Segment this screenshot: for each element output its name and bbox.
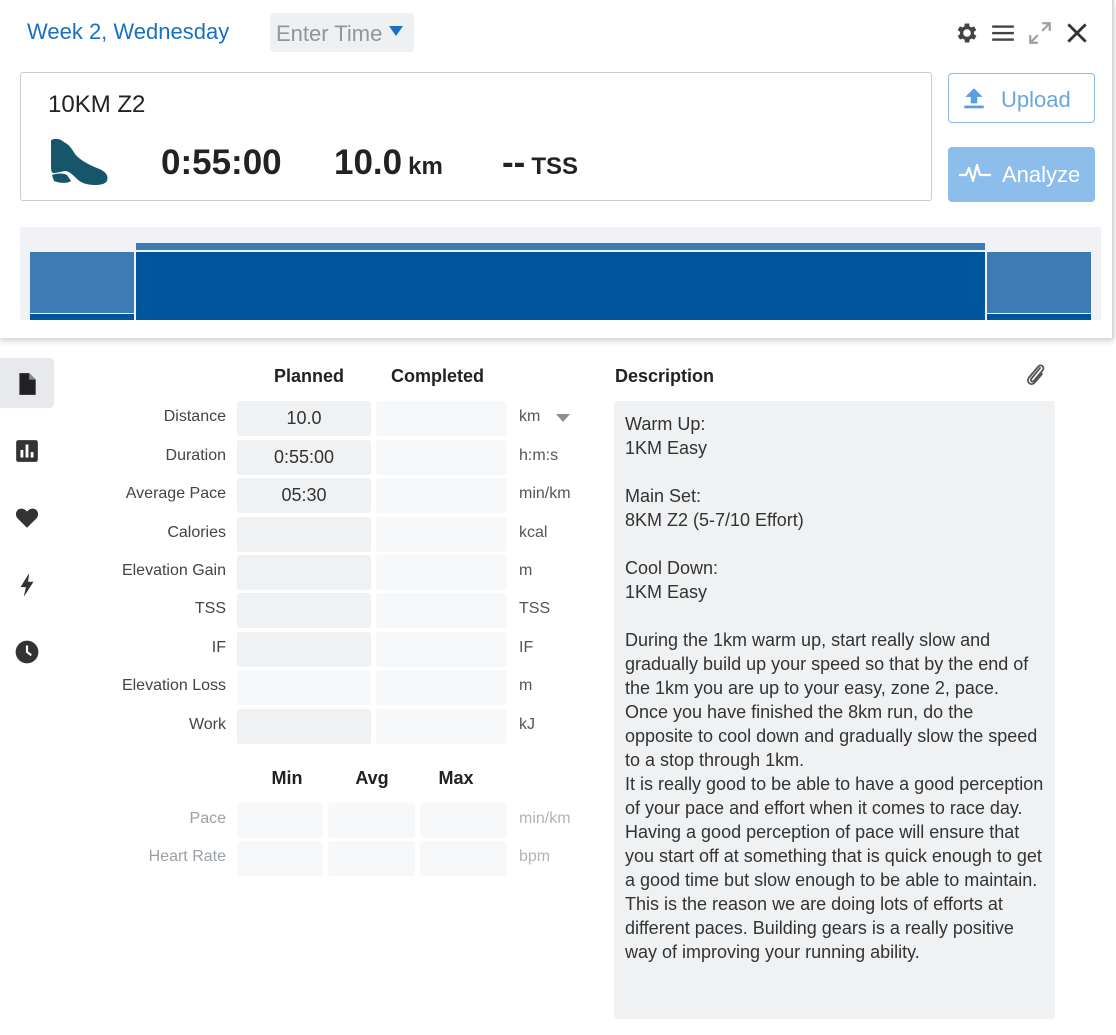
planned-if-field[interactable] <box>237 632 371 667</box>
nav-charts[interactable] <box>0 425 54 475</box>
row-label-work: Work <box>188 716 226 733</box>
clock-icon <box>15 640 39 664</box>
row-label-elevation-gain: Elevation Gain <box>121 562 226 579</box>
main-set-step-cap <box>136 243 985 250</box>
nav-power[interactable] <box>0 559 54 609</box>
cooldown-step <box>987 252 1091 313</box>
distance-unit: km <box>519 408 541 425</box>
planned-calories-field[interactable] <box>237 517 371 552</box>
pace-avg-field[interactable] <box>328 803 415 838</box>
cooldown-step-base <box>987 314 1091 320</box>
planned-pace-field[interactable]: 05:30 <box>237 478 371 513</box>
nav-history[interactable] <box>0 626 54 676</box>
row-label-elevation-loss: Elevation Loss <box>121 677 226 694</box>
pace-unit: min/km <box>519 485 571 502</box>
row-label-heart-rate: Heart Rate <box>148 848 226 865</box>
heart-rate-min-field[interactable] <box>237 841 323 876</box>
planned-tss-field[interactable] <box>237 593 371 628</box>
work-unit: kJ <box>519 716 535 733</box>
planned-duration-field[interactable]: 0:55:00 <box>237 440 371 475</box>
planned-work-field[interactable] <box>237 709 371 744</box>
workout-structure-graph[interactable] <box>20 227 1101 320</box>
workout-summary-card[interactable]: 10KM Z2 0:55:00 10.0 km -- TSS <box>20 72 932 201</box>
row-label-pace: Pace <box>189 810 226 827</box>
warmup-step <box>30 252 134 313</box>
nav-heart-rate[interactable] <box>0 492 54 542</box>
elevation-loss-unit: m <box>519 677 533 694</box>
elevation-gain-unit: m <box>519 562 533 579</box>
heart-rate-max-field[interactable] <box>420 841 507 876</box>
planned-tss: -- TSS <box>502 143 578 182</box>
menu-icon[interactable] <box>990 20 1016 46</box>
tss-unit: TSS <box>519 600 551 617</box>
close-icon[interactable] <box>1064 20 1090 46</box>
duration-unit: h:m:s <box>519 447 559 464</box>
description-header: Description <box>615 366 715 386</box>
planned-elevation-gain-field[interactable] <box>237 555 371 590</box>
time-select-placeholder: Enter Time <box>276 21 383 46</box>
planned-distance-field[interactable]: 10.0 <box>237 401 371 436</box>
completed-pace-field[interactable] <box>376 478 507 513</box>
completed-duration-field[interactable] <box>376 440 507 475</box>
expand-icon[interactable] <box>1027 20 1053 46</box>
row-label-distance: Distance <box>163 408 226 425</box>
row-label-tss: TSS <box>194 600 226 617</box>
completed-work-field[interactable] <box>376 709 507 744</box>
workout-detail-window: Week 2, Wednesday Enter Time 10KM Z2 0:5… <box>0 0 1116 1035</box>
planned-distance: 10.0 km <box>334 143 443 182</box>
pulse-icon <box>958 162 992 186</box>
heart-icon <box>15 508 39 528</box>
planned-elevation-loss-field[interactable] <box>237 670 371 705</box>
upload-button[interactable]: Upload <box>948 73 1095 123</box>
if-unit: IF <box>519 639 534 656</box>
completed-column-header: Completed <box>390 366 484 386</box>
planned-column-header: Planned <box>273 366 344 386</box>
planned-duration: 0:55:00 <box>161 143 282 182</box>
bar-chart-icon <box>16 440 38 462</box>
row-label-if: IF <box>211 639 226 656</box>
calories-unit: kcal <box>519 524 548 541</box>
analyze-button[interactable]: Analyze <box>948 147 1095 202</box>
pace-max-field[interactable] <box>420 803 507 838</box>
warmup-step-base <box>30 314 134 320</box>
heart-rate-unit: bpm <box>519 848 551 865</box>
row-label-duration: Duration <box>165 447 226 464</box>
completed-distance-field[interactable] <box>376 401 507 436</box>
row-label-calories: Calories <box>167 524 226 541</box>
workout-title: 10KM Z2 <box>48 91 146 118</box>
gear-icon[interactable] <box>954 20 980 46</box>
caret-down-icon <box>389 26 403 36</box>
description-text[interactable]: Warm Up: 1KM Easy Main Set: 8KM Z2 (5-7/… <box>614 401 1055 1019</box>
main-set-step <box>136 252 985 320</box>
workout-summary-panel: Week 2, Wednesday Enter Time 10KM Z2 0:5… <box>0 0 1114 338</box>
document-icon <box>19 373 36 395</box>
completed-elevation-gain-field[interactable] <box>376 555 507 590</box>
lightning-icon <box>20 573 34 597</box>
avg-column-header: Avg <box>355 768 389 788</box>
upload-icon <box>961 85 987 111</box>
paperclip-icon[interactable] <box>1022 361 1048 389</box>
completed-if-field[interactable] <box>376 632 507 667</box>
pace-range-unit: min/km <box>519 810 571 827</box>
running-shoe-icon <box>47 137 111 187</box>
completed-elevation-loss-field[interactable] <box>376 670 507 705</box>
completed-calories-field[interactable] <box>376 517 507 552</box>
completed-tss-field[interactable] <box>376 593 507 628</box>
heart-rate-avg-field[interactable] <box>328 841 415 876</box>
distance-unit-dropdown-icon[interactable] <box>556 414 570 422</box>
nav-summary[interactable] <box>0 358 54 408</box>
row-label-average-pace: Average Pace <box>125 485 226 502</box>
max-column-header: Max <box>438 768 474 788</box>
pace-min-field[interactable] <box>237 803 323 838</box>
time-select[interactable]: Enter Time <box>270 13 414 52</box>
week-day-title: Week 2, Wednesday <box>27 19 230 44</box>
min-column-header: Min <box>271 768 303 788</box>
